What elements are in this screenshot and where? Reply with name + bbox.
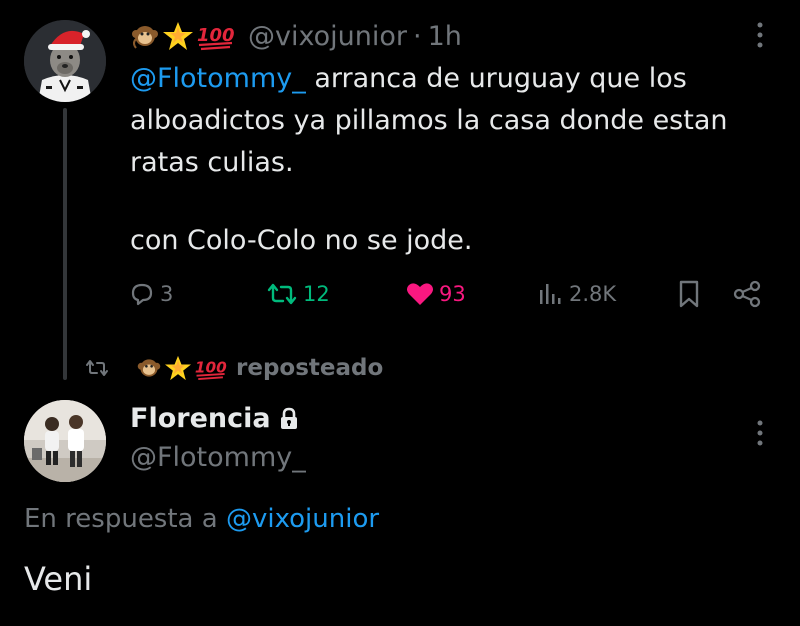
star-emoji [164,355,192,381]
repost-icon [267,283,297,305]
share-button[interactable] [732,274,766,314]
tweet1-text-line3: ratas culias. [130,147,294,178]
share-icon [733,280,761,308]
star-emoji [162,21,194,51]
reply-button[interactable]: 3 [128,274,173,314]
tweet1-text-line1: arranca de uruguay que los [305,63,687,94]
tweet1-text: @Flotommy_ arranca de uruguay que los al… [130,58,770,184]
tweet1-action-bar: 3 12 93 2.8K [0,274,800,314]
display-name-emojis[interactable]: 100 [130,21,238,51]
like-button[interactable]: 93 [405,274,466,314]
like-count: 93 [439,282,466,306]
views-count: 2.8K [569,282,617,306]
hundred-points-emoji: 100 [196,21,236,51]
monkey-emoji [130,21,160,51]
tweet1-timestamp[interactable]: 1h [428,21,462,52]
tweet2-display-name[interactable]: Florencia [130,403,299,434]
reposter-emojis[interactable]: 100 [136,355,230,381]
monkey-emoji [136,355,162,381]
views-chart-icon [540,284,561,304]
repost-count: 12 [303,282,330,306]
tweet1-handle[interactable]: @vixojunior [248,21,407,52]
repost-button[interactable]: 12 [265,274,330,314]
lock-icon [280,407,297,429]
bookmark-icon [679,280,699,308]
replying-to-prefix: En respuesta a [24,504,226,534]
reposted-label: reposteado [236,355,384,381]
more-options-icon[interactable] [755,20,765,50]
thread-connector-line [63,108,67,380]
replying-to-mention-link[interactable]: @vixojunior [226,504,379,534]
more-options-icon[interactable] [755,418,765,448]
header-separator: · [413,20,422,52]
tweet2-name-text: Florencia [130,403,271,434]
hundred-points-emoji: 100 [194,355,228,381]
tweet1-mention-link[interactable]: @Flotommy_ [130,63,306,94]
reposted-by-row: 100 reposteado [84,350,383,386]
heart-icon [407,283,433,305]
tweet1-text-line2: alboadictos ya pillamos la casa donde es… [130,105,728,136]
tweet1-header: 100 @vixojunior · 1h [130,16,462,56]
avatar-flotommy[interactable] [24,400,106,482]
avatar-vixojunior[interactable] [24,20,106,102]
reply-icon [131,283,153,306]
replying-to-line: En respuesta a @vixojunior [24,504,379,534]
tweet-thread: 100 @vixojunior · 1h @Flotommy_ arranca … [0,0,800,626]
repost-indicator-icon [86,360,108,376]
views-button[interactable]: 2.8K [537,274,616,314]
bookmark-button[interactable] [676,274,706,314]
tweet2-handle[interactable]: @Flotommy_ [130,442,306,473]
reply-count: 3 [160,282,174,306]
tweet1-text-paragraph2: con Colo-Colo no se jode. [130,225,473,256]
tweet2-text: Veni [24,560,93,598]
